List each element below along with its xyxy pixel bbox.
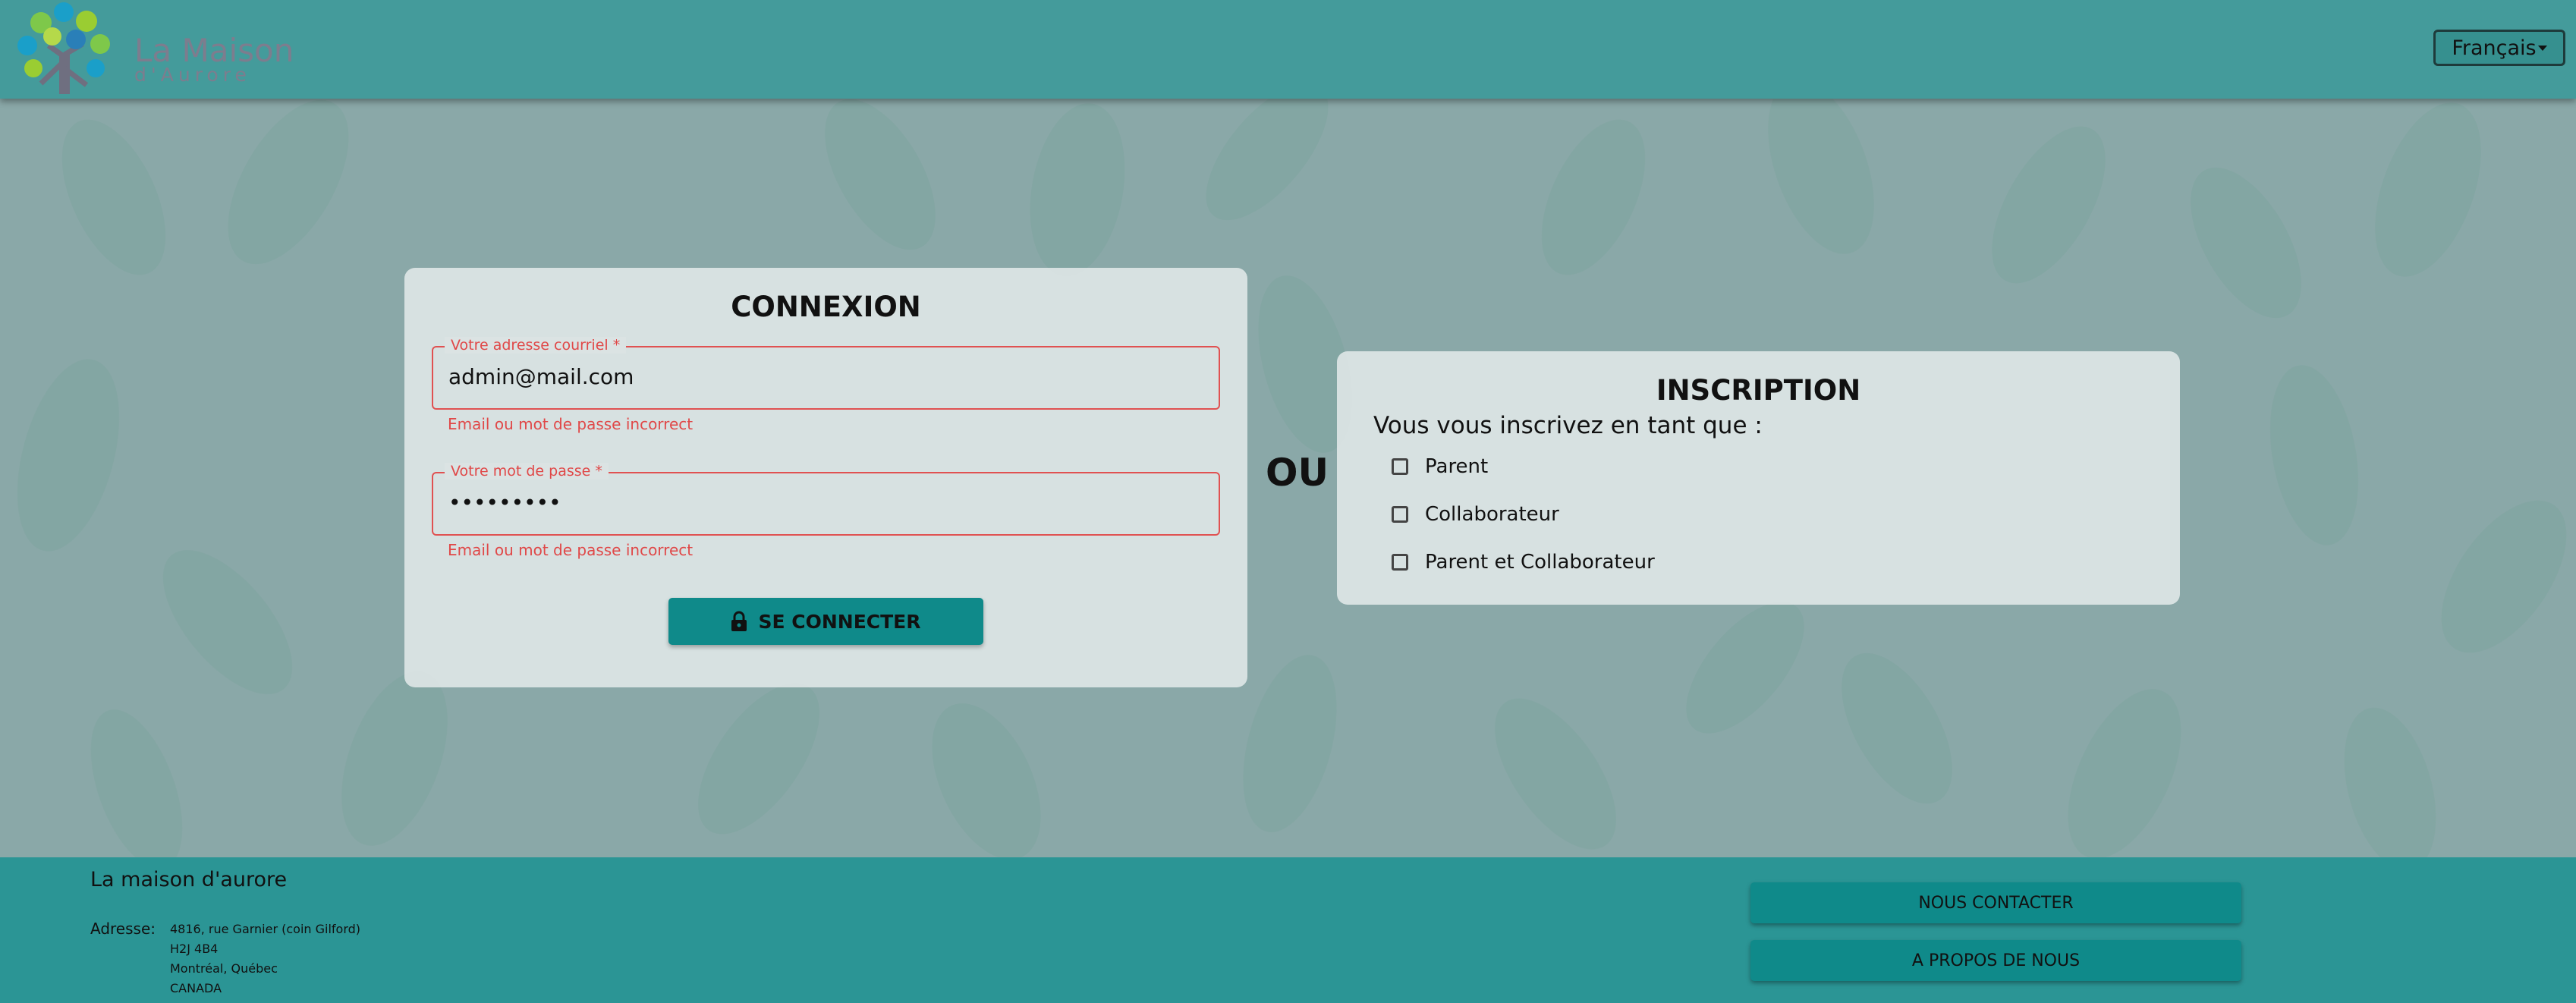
email-field-value[interactable]: admin@mail.com (448, 364, 634, 389)
login-title: CONNEXION (731, 291, 921, 323)
password-field-label: Votre mot de passe * (445, 463, 609, 479)
or-separator: OU (1266, 451, 1329, 495)
signup-option-label: Parent et Collaborateur (1425, 551, 1655, 574)
footer-address: 4816, rue Garnier (coin Gilford) H2J 4B4… (170, 920, 360, 998)
signup-title: INSCRIPTION (1656, 374, 1861, 407)
login-card: CONNEXION Votre adresse courriel * admin… (404, 268, 1247, 687)
language-select-value: Français (2452, 36, 2537, 60)
footer-address-line: CANADA (170, 981, 222, 995)
signup-option-label: Collaborateur (1425, 503, 1559, 526)
password-field-value[interactable]: ••••••••• (448, 490, 561, 515)
caret-down-icon (2537, 45, 2547, 51)
email-field-label: Votre adresse courriel * (445, 337, 627, 354)
logo-subtitle: d'Aurore (134, 64, 251, 86)
page: La Maison d'Aurore Français CONNEXION Vo… (0, 0, 2576, 1003)
checkbox[interactable] (1392, 458, 1408, 475)
footer-address-line: H2J 4B4 (170, 942, 219, 956)
signup-option-label: Parent (1425, 455, 1489, 478)
footer-address-line: 4816, rue Garnier (coin Gilford) (170, 922, 361, 936)
signup-option-parent-et-collaborateur[interactable]: Parent et Collaborateur (1392, 549, 1655, 576)
footer: La maison d'aurore Adresse: 4816, rue Ga… (0, 857, 2576, 1003)
lock-icon (731, 611, 747, 631)
contact-button[interactable]: NOUS CONTACTER (1750, 882, 2241, 923)
password-error-message: Email ou mot de passe incorrect (448, 541, 694, 559)
signup-subtitle: Vous vous inscrivez en tant que : (1373, 412, 1763, 439)
footer-address-label: Adresse: (90, 920, 156, 938)
checkbox[interactable] (1392, 554, 1408, 571)
footer-address-line: Montréal, Québec (170, 961, 278, 976)
email-field[interactable]: Votre adresse courriel * admin@mail.com (432, 337, 1220, 410)
login-button-label: SE CONNECTER (758, 610, 921, 633)
about-button[interactable]: A PROPOS DE NOUS (1750, 940, 2241, 981)
tree-logo-icon (17, 2, 110, 94)
signup-card: INSCRIPTION Vous vous inscrivez en tant … (1337, 351, 2180, 605)
brand-logo[interactable]: La Maison d'Aurore (11, 0, 294, 97)
language-select[interactable]: Français (2433, 30, 2565, 66)
signup-option-collaborateur[interactable]: Collaborateur (1392, 501, 1559, 528)
password-field[interactable]: Votre mot de passe * ••••••••• (432, 463, 1220, 536)
signup-option-parent[interactable]: Parent (1392, 453, 1488, 480)
checkbox[interactable] (1392, 506, 1408, 523)
email-error-message: Email ou mot de passe incorrect (448, 415, 694, 433)
login-button[interactable]: SE CONNECTER (668, 598, 983, 645)
background-leaf-pattern (17, 80, 2567, 857)
top-header: La Maison d'Aurore Français (0, 0, 2576, 99)
footer-title: La maison d'aurore (90, 868, 288, 891)
